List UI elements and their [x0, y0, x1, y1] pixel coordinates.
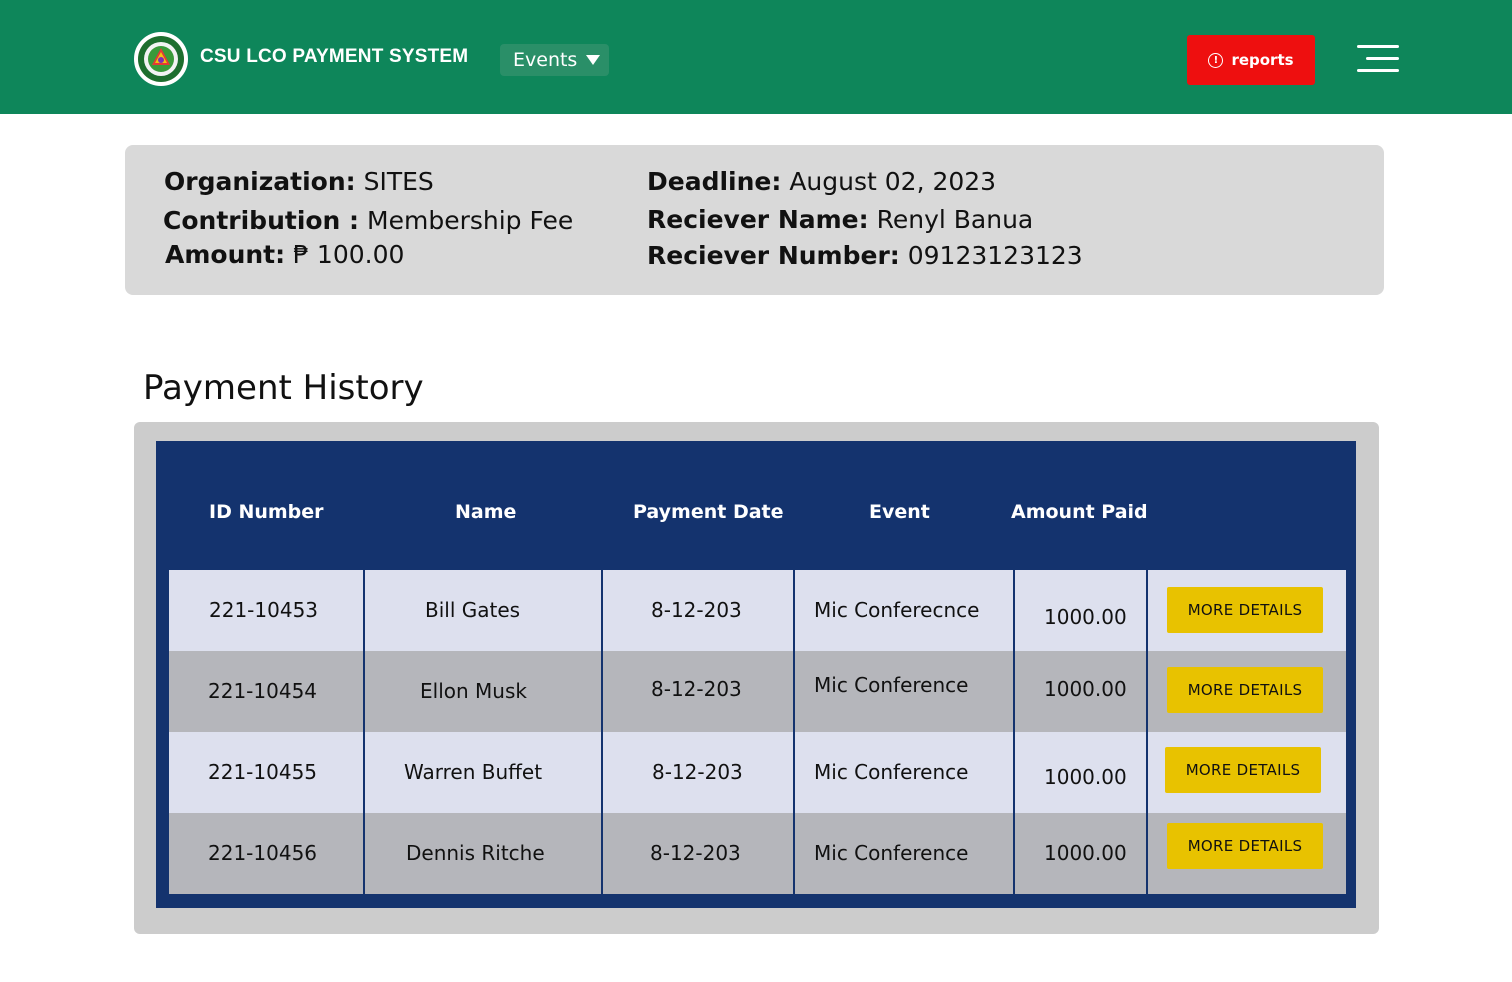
- cell-event: Mic Conference: [814, 760, 969, 784]
- more-details-button[interactable]: MORE DETAILS: [1167, 823, 1323, 869]
- caret-down-icon: [586, 55, 601, 65]
- events-dropdown[interactable]: Events: [500, 44, 609, 76]
- column-divider: [793, 570, 795, 894]
- contribution-label: Contribution :: [163, 206, 360, 235]
- column-header-id: ID Number: [209, 501, 324, 523]
- events-dropdown-label: Events: [513, 49, 578, 71]
- cell-name: Ellon Musk: [420, 679, 527, 703]
- cell-id: 221-10454: [208, 679, 318, 703]
- receiver-number-value: 09123123123: [907, 241, 1083, 270]
- cell-id: 221-10453: [209, 598, 319, 622]
- reports-button[interactable]: ! reports: [1187, 35, 1315, 85]
- cell-amount: 1000.00: [1044, 605, 1127, 629]
- contribution-value: Membership Fee: [367, 206, 574, 235]
- column-header-name: Name: [455, 501, 517, 523]
- table-row: 221-10455 Warren Buffet 8-12-203 Mic Con…: [169, 732, 1346, 813]
- deadline-line: Deadline: August 02, 2023: [647, 167, 996, 196]
- column-header-payment-date: Payment Date: [633, 501, 784, 523]
- cell-event: Mic Conference: [814, 841, 969, 865]
- cell-date: 8-12-203: [651, 598, 742, 622]
- cell-name: Dennis Ritche: [406, 841, 545, 865]
- cell-date: 8-12-203: [650, 841, 741, 865]
- receiver-name-label: Reciever Name:: [647, 205, 869, 234]
- deadline-value: August 02, 2023: [789, 167, 997, 196]
- column-divider: [601, 570, 603, 894]
- hamburger-menu-icon[interactable]: [1357, 44, 1401, 74]
- cell-amount: 1000.00: [1044, 677, 1127, 701]
- column-header-event: Event: [869, 501, 930, 523]
- column-header-amount-paid: Amount Paid: [1011, 501, 1148, 523]
- payment-history-table-frame: ID Number Name Payment Date Event Amount…: [134, 422, 1379, 934]
- deadline-label: Deadline:: [647, 167, 782, 196]
- contribution-info-card: Organization: SITES Contribution : Membe…: [125, 145, 1384, 295]
- university-seal-logo[interactable]: [134, 32, 188, 86]
- table-row: 221-10456 Dennis Ritche 8-12-203 Mic Con…: [169, 813, 1346, 894]
- cell-id: 221-10456: [208, 841, 318, 865]
- table-row: 221-10454 Ellon Musk 8-12-203 Mic Confer…: [169, 651, 1346, 732]
- cell-event: Mic Conferecnce: [814, 598, 980, 622]
- organization-line: Organization: SITES: [164, 167, 434, 196]
- contribution-line: Contribution : Membership Fee: [163, 206, 573, 235]
- column-divider: [363, 570, 365, 894]
- receiver-number-label: Reciever Number:: [647, 241, 900, 270]
- cell-date: 8-12-203: [651, 677, 742, 701]
- cell-amount: 1000.00: [1044, 765, 1127, 789]
- cell-amount: 1000.00: [1044, 841, 1127, 865]
- page-title: Payment History: [143, 368, 424, 408]
- menu-line: [1357, 45, 1399, 48]
- amount-value: ₱ 100.00: [293, 240, 405, 269]
- receiver-name-line: Reciever Name: Renyl Banua: [647, 205, 1033, 234]
- top-nav-bar: CSU LCO PAYMENT SYSTEM Events ! reports: [0, 0, 1512, 114]
- receiver-number-line: Reciever Number: 09123123123: [647, 241, 1083, 270]
- alert-circle-icon: !: [1208, 52, 1224, 68]
- cell-event: Mic Conference: [814, 673, 969, 697]
- table-row: 221-10453 Bill Gates 8-12-203 Mic Confer…: [169, 570, 1346, 651]
- app-title: CSU LCO PAYMENT SYSTEM: [200, 46, 469, 67]
- receiver-name-value: Renyl Banua: [876, 205, 1034, 234]
- more-details-button[interactable]: MORE DETAILS: [1165, 747, 1321, 793]
- amount-label: Amount:: [165, 240, 286, 269]
- menu-line: [1357, 69, 1399, 72]
- cell-id: 221-10455: [208, 760, 318, 784]
- reports-button-label: reports: [1231, 51, 1294, 69]
- more-details-button[interactable]: MORE DETAILS: [1167, 587, 1323, 633]
- column-divider: [1013, 570, 1015, 894]
- amount-line: Amount: ₱ 100.00: [165, 240, 404, 269]
- organization-value: SITES: [363, 167, 434, 196]
- column-divider: [1146, 570, 1148, 894]
- cell-name: Bill Gates: [425, 598, 521, 622]
- organization-label: Organization:: [164, 167, 356, 196]
- menu-line: [1366, 57, 1399, 60]
- more-details-button[interactable]: MORE DETAILS: [1167, 667, 1323, 713]
- payment-history-table: ID Number Name Payment Date Event Amount…: [156, 441, 1356, 908]
- cell-date: 8-12-203: [652, 760, 743, 784]
- cell-name: Warren Buffet: [404, 760, 543, 784]
